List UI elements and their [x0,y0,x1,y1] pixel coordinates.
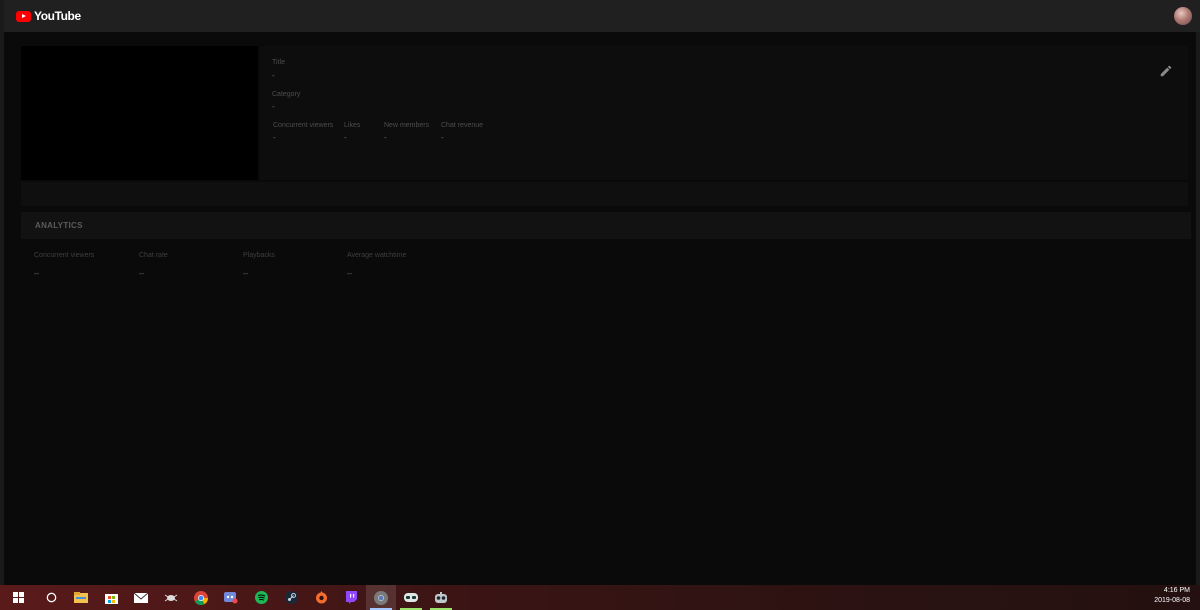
discord-icon[interactable] [216,585,246,610]
stat-value-concurrent-viewers: - [273,133,276,142]
metric-label-playbacks: Playbacks [243,252,275,259]
youtube-logo[interactable]: YouTube [16,9,81,23]
bug-icon[interactable] [156,585,186,610]
pencil-icon[interactable] [1159,64,1173,78]
title-label: Title [272,59,285,66]
robot-icon[interactable] [426,585,456,610]
cat-mask-icon[interactable] [396,585,426,610]
metric-label-average-watchtime: Average watchtime [347,252,407,259]
stat-label-concurrent-viewers: Concurrent viewers [273,122,334,129]
windows-taskbar [0,585,1200,610]
metric-value-playbacks: – [243,268,249,278]
origin-icon[interactable] [306,585,336,610]
metric-value-concurrent-viewers: – [34,268,40,278]
taskbar-clock[interactable]: 4:16 PM 2019-08-08 [1154,586,1190,606]
cortana-icon[interactable] [36,585,66,610]
category-label: Category [272,91,301,98]
stat-value-chat-revenue: - [441,133,444,142]
file-explorer-icon[interactable] [66,585,96,610]
browser-window: YouTube Title - Category - Concurrent vi… [0,0,1200,585]
logo-text: YouTube [34,9,81,23]
store-icon[interactable] [96,585,126,610]
metric-label-concurrent-viewers: Concurrent viewers [34,252,95,259]
stat-value-likes: - [344,133,347,142]
twitch-icon[interactable] [336,585,366,610]
analytics-title: ANALYTICS [35,221,83,230]
youtube-play-icon [16,10,31,22]
stat-label-likes: Likes [344,122,361,129]
chrome-icon[interactable] [186,585,216,610]
stat-label-chat-revenue: Chat revenue [441,122,484,129]
clock-time: 4:16 PM [1163,587,1190,594]
top-bar: YouTube [4,0,1200,32]
stat-label-new-members: New members [384,122,430,129]
analytics-header: ANALYTICS [21,212,1191,239]
metric-label-chat-rate: Chat rate [139,252,168,259]
category-value: - [272,102,275,111]
stream-info-panel [260,46,1188,180]
windows-start-icon[interactable] [0,585,36,610]
steam-icon[interactable] [276,585,306,610]
video-preview[interactable] [21,46,258,180]
avatar[interactable] [1174,7,1192,25]
clock-date: 2019-08-08 [1154,597,1190,604]
title-value: - [272,71,275,80]
metric-value-chat-rate: – [139,268,145,278]
spotify-icon[interactable] [246,585,276,610]
stream-subbar [21,182,1188,206]
mail-icon[interactable] [126,585,156,610]
metric-value-average-watchtime: – [347,268,353,278]
chrome-active-icon[interactable] [366,585,396,610]
stat-value-new-members: - [384,133,387,142]
